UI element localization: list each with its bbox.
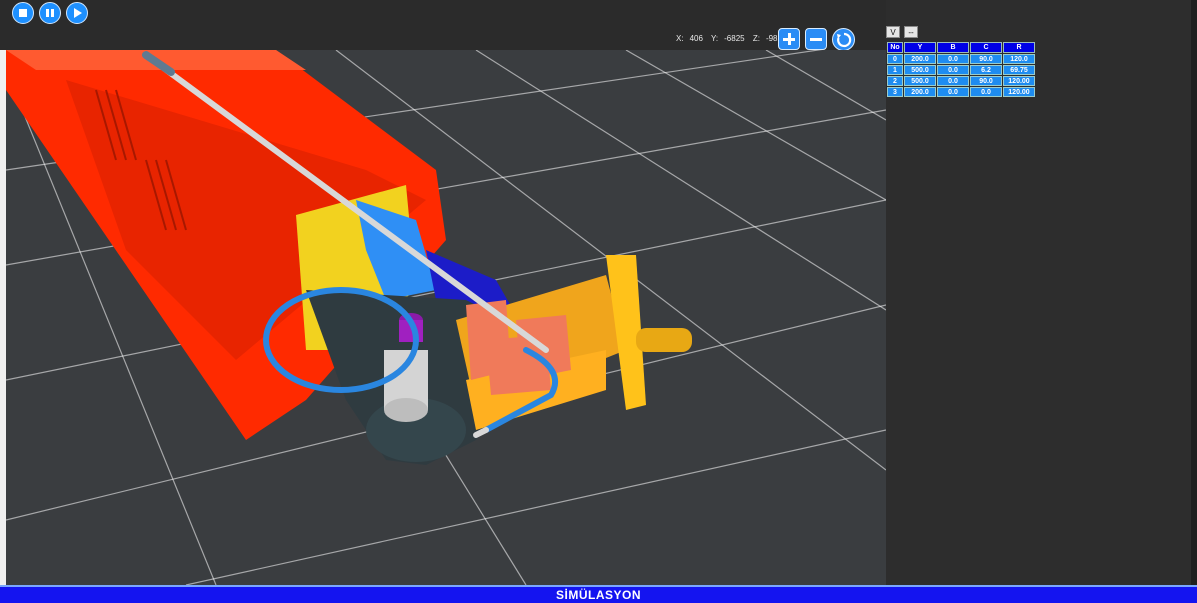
reset-view-button[interactable]	[832, 28, 855, 51]
cell-y[interactable]: 500.0	[904, 76, 936, 86]
cell-no: 0	[887, 54, 903, 64]
table-row[interactable]: 1 500.0 0.0 6.2 69.75	[887, 65, 1035, 75]
col-no-header: No	[887, 42, 903, 53]
z-label: Z:	[752, 34, 760, 43]
status-bar: SİMÜLASYON	[0, 585, 1197, 603]
coordinate-readout: X: 406 Y: -6825 Z: -982	[676, 34, 788, 43]
simulation-window: X: 406 Y: -6825 Z: -982 V -- No Y B C R …	[0, 0, 1197, 603]
cell-b[interactable]: 0.0	[937, 54, 969, 64]
cell-b[interactable]: 0.0	[937, 87, 969, 97]
pause-button[interactable]	[39, 2, 61, 24]
y-value: -6825	[724, 34, 745, 43]
play-icon	[74, 8, 82, 18]
cell-c[interactable]: 90.0	[970, 76, 1002, 86]
cell-no: 3	[887, 87, 903, 97]
cell-r[interactable]: 120.00	[1003, 87, 1035, 97]
cell-c[interactable]: 90.0	[970, 54, 1002, 64]
y-label: Y:	[711, 34, 719, 43]
pause-icon	[46, 9, 54, 17]
cell-b[interactable]: 0.0	[937, 65, 969, 75]
stop-icon	[19, 9, 27, 17]
col-r-header: R	[1003, 42, 1035, 53]
cell-no: 1	[887, 65, 903, 75]
play-button[interactable]	[66, 2, 88, 24]
table-row[interactable]: 0 200.0 0.0 90.0 120.0	[887, 54, 1035, 64]
plus-icon	[783, 33, 795, 45]
col-b-header: B	[937, 42, 969, 53]
col-c-header: C	[970, 42, 1002, 53]
machine-scene	[6, 50, 886, 585]
x-value: 406	[689, 34, 703, 43]
bend-program-table: No Y B C R 0 200.0 0.0 90.0 120.0 1 500.…	[886, 41, 1036, 98]
table-row[interactable]: 3 200.0 0.0 0.0 120.00	[887, 87, 1035, 97]
cell-c[interactable]: 6.2	[970, 65, 1002, 75]
stop-button[interactable]	[12, 2, 34, 24]
rotate-icon	[836, 32, 851, 47]
x-label: X:	[676, 34, 684, 43]
zoom-out-button[interactable]	[805, 28, 827, 50]
v-button[interactable]: V	[886, 26, 900, 38]
cell-c[interactable]: 0.0	[970, 87, 1002, 97]
dash-button[interactable]: --	[904, 26, 918, 38]
zoom-in-button[interactable]	[778, 28, 800, 50]
cell-r[interactable]: 120.0	[1003, 54, 1035, 64]
table-header-row: No Y B C R	[887, 42, 1035, 53]
table-row[interactable]: 2 500.0 0.0 90.0 120.00	[887, 76, 1035, 86]
top-toolbar: X: 406 Y: -6825 Z: -982	[0, 0, 886, 51]
cell-r[interactable]: 69.75	[1003, 65, 1035, 75]
cell-y[interactable]: 500.0	[904, 65, 936, 75]
cell-r[interactable]: 120.00	[1003, 76, 1035, 86]
status-title: SİMÜLASYON	[555, 588, 641, 602]
right-border	[1191, 0, 1197, 585]
cell-no: 2	[887, 76, 903, 86]
3d-viewport[interactable]	[6, 50, 886, 585]
col-y-header: Y	[904, 42, 936, 53]
cell-b[interactable]: 0.0	[937, 76, 969, 86]
cell-y[interactable]: 200.0	[904, 87, 936, 97]
minus-icon	[810, 38, 822, 41]
cell-y[interactable]: 200.0	[904, 54, 936, 64]
